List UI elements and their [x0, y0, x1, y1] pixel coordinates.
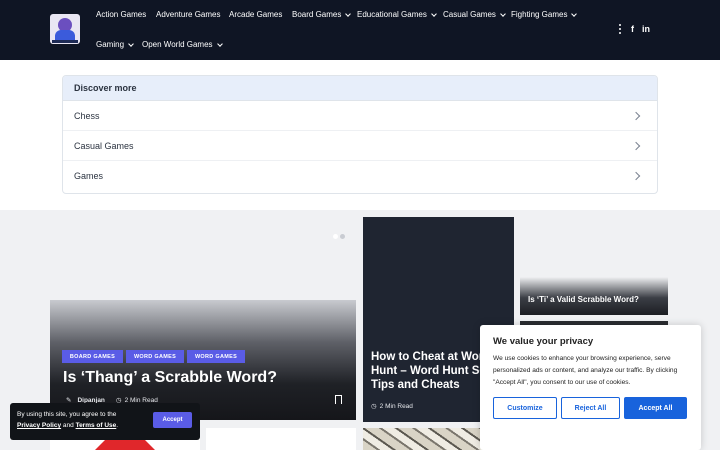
chevron-right-icon: [631, 171, 641, 181]
tag-board-games[interactable]: BOARD GAMES: [62, 350, 123, 363]
chevron-down-icon: [128, 40, 134, 47]
cookie-notice-prefix: By using this site, you agree to the: [17, 411, 117, 418]
chevron-down-icon: [345, 10, 352, 17]
slider-dots[interactable]: [333, 226, 347, 244]
customize-button[interactable]: Customize: [493, 397, 557, 419]
nav-label: Fighting Games: [511, 10, 568, 19]
chevron-down-icon: [216, 40, 223, 47]
nav-item-action-games[interactable]: Action Games: [96, 10, 146, 19]
nav-item-arcade-games[interactable]: Arcade Games: [229, 10, 282, 19]
chevron-down-icon: [430, 10, 437, 17]
nav-item-adventure-games[interactable]: Adventure Games: [156, 10, 220, 19]
clock-icon: ◷: [371, 403, 377, 410]
discover-more-panel: Discover more Chess Casual Games Games: [62, 75, 658, 194]
chevron-down-icon: [500, 10, 506, 17]
cookie-notice-period: .: [116, 422, 119, 429]
site-logo[interactable]: [50, 14, 80, 44]
site-header: [0, 0, 720, 60]
consent-text: We use cookies to enhance your browsing …: [493, 355, 678, 386]
linkedin-icon[interactable]: in: [642, 24, 650, 34]
nav-item-fighting-games[interactable]: Fighting Games: [511, 10, 578, 19]
bookmark-icon[interactable]: [335, 395, 342, 404]
post-meta: ◷ 2 Min Read: [371, 402, 413, 411]
consent-title: We value your privacy: [493, 336, 594, 347]
featured-main-title[interactable]: Is ‘Thang’ a Scrabble Word?: [63, 369, 277, 387]
nav-label: Casual Games: [443, 10, 496, 19]
read-time: 2 Min Read: [379, 402, 413, 410]
discover-item-label: Casual Games: [74, 140, 134, 151]
chevron-right-icon: [631, 111, 641, 120]
chevron-right-icon: [631, 141, 641, 150]
discover-item-label: Chess: [74, 110, 100, 121]
privacy-policy-link[interactable]: Privacy Policy: [17, 422, 61, 429]
nav-label: Adventure Games: [156, 10, 221, 19]
tag-word-games[interactable]: WORD GAMES: [187, 350, 245, 363]
discover-item-casual-games[interactable]: Casual Games: [63, 131, 657, 161]
nav-item-educational-games[interactable]: Educational Games: [357, 10, 437, 19]
discover-item-chess[interactable]: Chess: [63, 101, 657, 131]
tag-word-games[interactable]: WORD GAMES: [126, 350, 184, 363]
post-thumbnail[interactable]: [206, 428, 356, 450]
discover-item-label: Games: [74, 171, 104, 181]
slider-dot[interactable]: [340, 234, 345, 239]
nav-item-board-games[interactable]: Board Games: [292, 10, 352, 19]
cookie-notice-text: By using this site, you agree to the Pri…: [17, 409, 142, 431]
nav-label: Open World Games: [142, 40, 213, 49]
cookie-notice-and: and: [62, 422, 74, 429]
logo-text-mark: [52, 40, 78, 43]
nav-label: Arcade Games: [229, 10, 283, 19]
slider-dot[interactable]: [333, 234, 338, 239]
nav-label: Gaming: [96, 40, 125, 49]
nav-label: Board Games: [292, 10, 342, 19]
discover-more-title: Discover more: [63, 76, 657, 101]
nav-item-gaming[interactable]: Gaming: [96, 40, 134, 49]
cookie-accept-button[interactable]: Accept: [153, 412, 192, 428]
accept-all-button[interactable]: Accept All: [624, 397, 687, 419]
nav-label: Educational Games: [357, 10, 427, 19]
logo-body-icon: [55, 30, 75, 40]
terms-of-use-link[interactable]: Terms of Use: [76, 422, 117, 429]
nav-item-open-world-games[interactable]: Open World Games: [142, 40, 223, 49]
more-vertical-icon[interactable]: [619, 24, 622, 35]
featured-right-title[interactable]: Is ‘Ti’ a Valid Scrabble Word?: [528, 295, 639, 304]
nav-label: Action Games: [96, 10, 147, 19]
chevron-down-icon: [571, 10, 578, 17]
facebook-icon[interactable]: f: [631, 24, 634, 34]
discover-item-games[interactable]: Games: [63, 161, 657, 191]
nav-item-casual-games[interactable]: Casual Games: [443, 10, 506, 19]
reject-all-button[interactable]: Reject All: [561, 397, 620, 419]
